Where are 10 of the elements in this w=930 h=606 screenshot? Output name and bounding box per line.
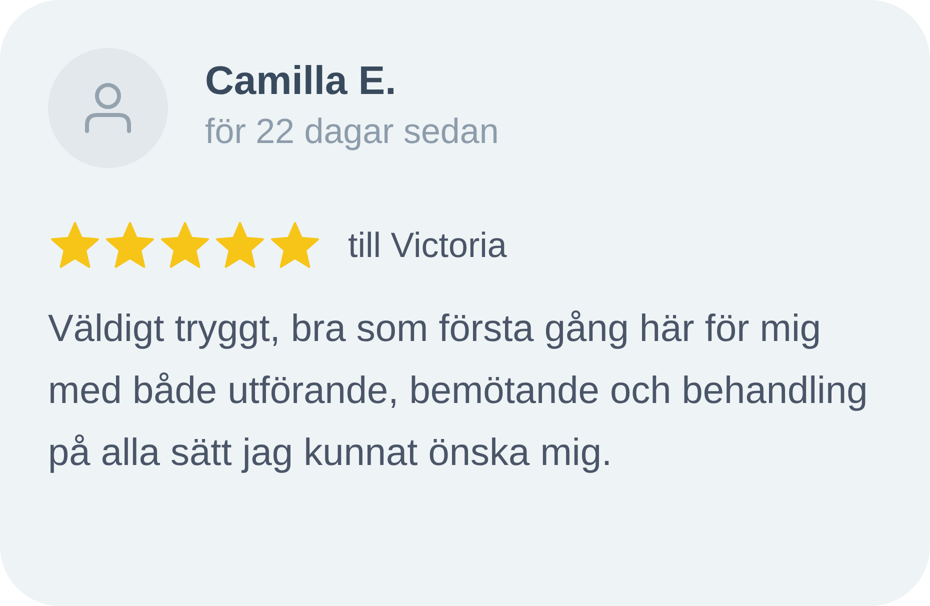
user-icon: [85, 83, 131, 133]
review-recipient: till Victoria: [348, 225, 507, 267]
reviewer-name: Camilla E.: [205, 58, 398, 105]
filled-star-icon: [50, 222, 100, 270]
filled-star-icon: [105, 222, 155, 270]
filled-star-icon: [215, 222, 265, 270]
review-text: Väldigt tryggt, bra som första gång här för mig med både utförande, bemötande och behandling på alla sätt jag kunnat önska mig.: [48, 307, 868, 476]
filled-star-icon: [270, 222, 320, 270]
review-time: för 22 dagar sedan: [205, 111, 499, 153]
filled-star-icon: [160, 222, 210, 270]
